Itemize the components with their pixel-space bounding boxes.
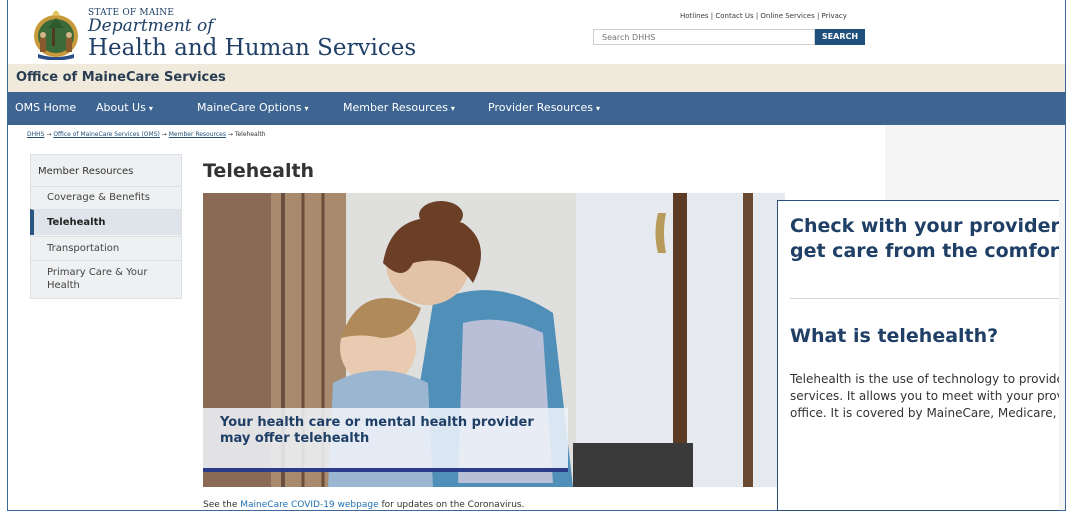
nav-label: About Us (96, 101, 146, 114)
callout-divider (790, 298, 1059, 299)
agency-name[interactable]: Health and Human Services (88, 35, 416, 61)
hero-image: Your health care or mental health provid… (203, 193, 785, 487)
nav-member-resources[interactable]: Member Resources ▾ (343, 101, 455, 114)
hero-stripe (203, 468, 568, 472)
chevron-down-icon: ▾ (148, 104, 153, 113)
sidebar-item-transportation[interactable]: Transportation (30, 236, 181, 259)
hero-caption: Your health care or mental health provid… (220, 415, 534, 446)
breadcrumb-current: Telehealth (234, 131, 266, 138)
sidebar-heading[interactable]: Member Resources (38, 166, 133, 177)
covid-note: See the MaineCare COVID-19 webpage for u… (203, 500, 524, 510)
breadcrumb-separator: → (227, 131, 233, 138)
chevron-down-icon: ▾ (450, 104, 455, 113)
search-button[interactable]: SEARCH (815, 29, 865, 45)
nav-mainecare-options[interactable]: MaineCare Options ▾ (197, 101, 308, 114)
nav-label: OMS Home (15, 101, 77, 114)
sidebar-item-coverage-benefits[interactable]: Coverage & Benefits (30, 186, 181, 208)
breadcrumb-link-oms[interactable]: Office of MaineCare Services (OMS) (53, 131, 160, 138)
maine-seal-logo[interactable] (30, 8, 82, 60)
breadcrumb-separator: → (46, 131, 52, 138)
chevron-down-icon: ▾ (595, 104, 600, 113)
nav-label: Member Resources (343, 101, 448, 114)
breadcrumb-link-member-resources[interactable]: Member Resources (169, 131, 226, 138)
nav-oms-home[interactable]: OMS Home (15, 101, 76, 114)
breadcrumb: DHHS → Office of MaineCare Services (OMS… (27, 131, 266, 138)
nav-about-us[interactable]: About Us ▾ (96, 101, 153, 114)
nav-provider-resources[interactable]: Provider Resources ▾ (488, 101, 600, 114)
site-header: STATE OF MAINE Department of Health and … (8, 0, 1065, 64)
sidebar-item-primary-care[interactable]: Primary Care & Your Health (30, 260, 181, 298)
breadcrumb-separator: → (161, 131, 167, 138)
covid-webpage-link[interactable]: MaineCare COVID-19 webpage (240, 500, 378, 510)
callout-headline: Check with your provider to see how you … (790, 215, 1059, 262)
page-title: Telehealth (203, 160, 315, 182)
callout-body: Telehealth is the use of technology to p… (790, 372, 1059, 420)
search-input[interactable] (593, 29, 815, 45)
office-title[interactable]: Office of MaineCare Services (16, 70, 226, 85)
nav-label: MaineCare Options (197, 101, 302, 114)
breadcrumb-link-dhhs[interactable]: DHHS (27, 131, 44, 138)
department-label: Department of (88, 16, 214, 36)
zoom-callout: Check with your provider to see how you … (777, 200, 1059, 511)
callout-subheading: What is telehealth? (790, 325, 999, 347)
covid-note-prefix: See the (203, 500, 241, 510)
utility-links[interactable]: Hotlines | Contact Us | Online Services … (680, 12, 847, 20)
covid-note-suffix: for updates on the Coronavirus. (378, 500, 525, 510)
nav-label: Provider Resources (488, 101, 593, 114)
chevron-down-icon: ▾ (304, 104, 309, 113)
sidebar-item-telehealth[interactable]: Telehealth (30, 209, 181, 235)
